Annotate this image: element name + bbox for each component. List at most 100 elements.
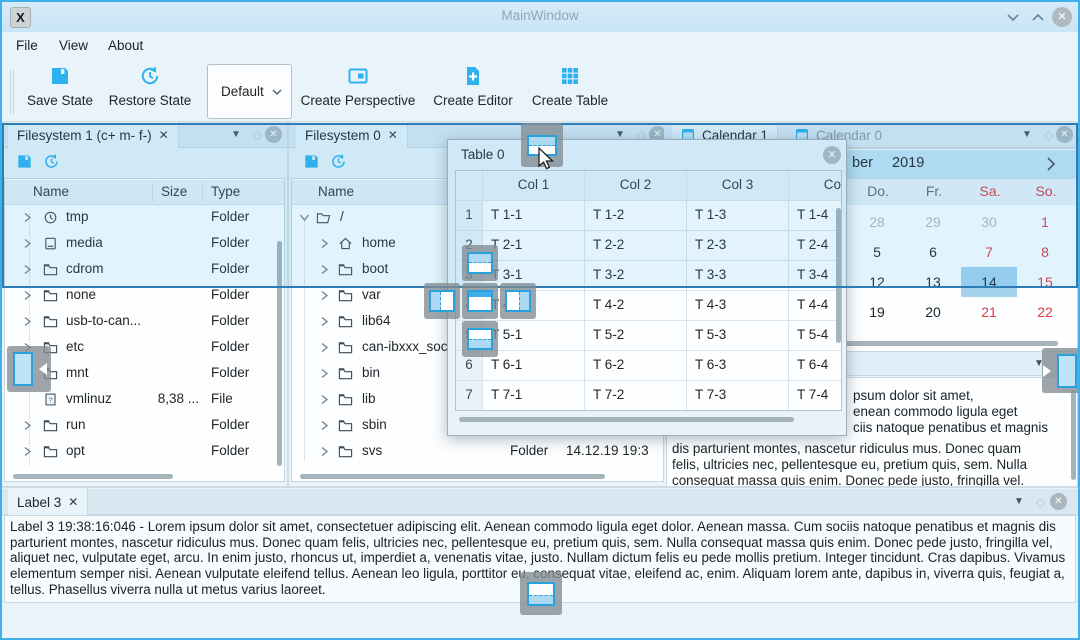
expand-icon[interactable] (318, 289, 331, 302)
table0-cell[interactable]: T 2-4 (789, 231, 842, 261)
tab-filesystem-1[interactable]: Filesystem 1 (c+ m- f-) ✕ (8, 122, 179, 148)
expand-icon[interactable] (21, 315, 34, 328)
table0-cell[interactable]: T 3-4 (789, 261, 842, 291)
menu-view[interactable]: View (59, 38, 88, 58)
day-cell-30[interactable]: 30 (961, 207, 1017, 237)
drop-indicator-area-top[interactable] (462, 245, 498, 281)
calendar-float-icon[interactable]: ◇ (1044, 129, 1053, 141)
day-cell-20[interactable]: 20 (905, 297, 961, 327)
drop-indicator-area-center[interactable] (462, 283, 498, 319)
day-cell-19[interactable]: 19 (849, 297, 905, 327)
table0-cell[interactable]: T 6-3 (687, 351, 789, 381)
table0-cell[interactable]: T 4-2 (585, 291, 687, 321)
fs1-row-run[interactable]: runFolder (5, 413, 284, 439)
day-cell-12[interactable]: 12 (849, 267, 905, 297)
drop-indicator-area-left[interactable] (424, 283, 460, 319)
perspective-dropdown[interactable]: Default (207, 64, 292, 119)
fs1-row-media[interactable]: mediaFolder (5, 231, 284, 257)
table0-col-header[interactable]: Col 2 (585, 171, 687, 201)
drop-indicator-left-edge[interactable] (7, 346, 51, 392)
maximize-icon[interactable] (1030, 10, 1046, 24)
table0-cell[interactable]: T 1-2 (585, 201, 687, 231)
day-cell-28[interactable]: 28 (849, 207, 905, 237)
tab-label-3[interactable]: Label 3 ✕ (8, 489, 88, 515)
table0-cell[interactable]: T 7-3 (687, 381, 789, 411)
expand-icon[interactable] (318, 419, 331, 432)
table0-cell[interactable]: T 2-3 (687, 231, 789, 261)
expand-icon[interactable] (318, 393, 331, 406)
table0-cell[interactable]: T 4-3 (687, 291, 789, 321)
fs1-row-opt[interactable]: optFolder (5, 439, 284, 465)
table0-cell[interactable]: T 3-3 (687, 261, 789, 291)
day-cell-7[interactable]: 7 (961, 237, 1017, 267)
fs0-hscrollbar[interactable] (300, 474, 605, 479)
table0-cell[interactable]: T 1-1 (483, 201, 585, 231)
restore-state-button[interactable]: Restore State (102, 65, 198, 108)
menu-about[interactable]: About (108, 38, 143, 58)
day-cell-1[interactable]: 1 (1017, 207, 1073, 237)
label3-menu-icon[interactable]: ▼ (1014, 497, 1024, 507)
fs1-col-size[interactable]: Size (161, 184, 187, 199)
fs1-vscrollbar[interactable] (277, 241, 282, 466)
expand-icon[interactable] (318, 263, 331, 276)
fs1-col-type[interactable]: Type (211, 184, 240, 199)
tab-filesystem-0[interactable]: Filesystem 0 ✕ (296, 122, 408, 148)
day-cell-14[interactable]: 14 (961, 267, 1017, 297)
label3-float-icon[interactable]: ◇ (1036, 496, 1045, 508)
calendar-next-month-icon[interactable] (1043, 156, 1059, 172)
expand-icon[interactable] (298, 211, 311, 224)
fs1-row-tmp[interactable]: tmpFolder (5, 205, 284, 231)
expand-icon[interactable] (21, 211, 34, 224)
fs1-menu-icon[interactable]: ▼ (231, 130, 241, 140)
table0-hscrollbar[interactable] (459, 417, 794, 422)
expand-icon[interactable] (21, 289, 34, 302)
table0-cell[interactable]: T 4-4 (789, 291, 842, 321)
expand-icon[interactable] (318, 237, 331, 250)
table0-cell[interactable]: T 5-3 (687, 321, 789, 351)
tab-label-3-close-icon[interactable]: ✕ (68, 496, 78, 508)
expand-icon[interactable] (21, 237, 34, 250)
table0-row-header[interactable]: 7 (456, 381, 483, 411)
table0-cell[interactable]: T 6-1 (483, 351, 585, 381)
fs1-restore-icon[interactable] (43, 153, 60, 173)
table0-col-header[interactable]: Col 3 (687, 171, 789, 201)
fs0-save-icon[interactable] (303, 153, 320, 173)
tab-filesystem-0-close-icon[interactable]: ✕ (388, 129, 398, 141)
fs1-save-icon[interactable] (16, 153, 33, 173)
table0-cell[interactable]: T 6-2 (585, 351, 687, 381)
window-close-icon[interactable]: ✕ (1052, 7, 1072, 27)
day-cell-6[interactable]: 6 (905, 237, 961, 267)
fs1-row-usb-to-can...[interactable]: usb-to-can...Folder (5, 309, 284, 335)
fs1-col-name[interactable]: Name (33, 184, 69, 199)
label3-close-icon[interactable]: ✕ (1050, 493, 1067, 510)
table0-close-icon[interactable]: ✕ (823, 146, 841, 164)
day-cell-15[interactable]: 15 (1017, 267, 1073, 297)
fs0-col-name[interactable]: Name (318, 184, 354, 199)
save-state-button[interactable]: Save State (22, 65, 98, 108)
fs1-float-icon[interactable]: ◇ (253, 129, 262, 141)
create-table-button[interactable]: Create Table (530, 65, 610, 108)
day-cell-5[interactable]: 5 (849, 237, 905, 267)
fs1-hscrollbar[interactable] (13, 474, 173, 479)
expand-icon[interactable] (21, 445, 34, 458)
table0-vscrollbar[interactable] (836, 208, 841, 343)
day-cell-8[interactable]: 8 (1017, 237, 1073, 267)
expand-icon[interactable] (21, 263, 34, 276)
table0-cell[interactable]: T 1-4 (789, 201, 842, 231)
table0-cell[interactable]: T 5-2 (585, 321, 687, 351)
calendar-close-icon[interactable]: ✕ (1056, 126, 1073, 143)
drop-indicator-area-right[interactable] (500, 283, 536, 319)
drop-indicator-right-edge[interactable] (1042, 348, 1080, 393)
fs1-close-icon[interactable]: ✕ (265, 126, 282, 143)
toolbar-handle[interactable] (10, 70, 11, 114)
fs0-restore-icon[interactable] (330, 153, 347, 173)
create-perspective-button[interactable]: Create Perspective (300, 65, 416, 108)
expand-icon[interactable] (21, 419, 34, 432)
table0-cell[interactable]: T 2-1 (483, 231, 585, 261)
table0-cell[interactable]: T 6-4 (789, 351, 842, 381)
expand-icon[interactable] (318, 315, 331, 328)
drop-indicator-bottom-edge[interactable] (520, 572, 562, 615)
table0-cell[interactable]: T 7-2 (585, 381, 687, 411)
day-cell-21[interactable]: 21 (961, 297, 1017, 327)
drop-indicator-area-bottom[interactable] (462, 321, 498, 357)
